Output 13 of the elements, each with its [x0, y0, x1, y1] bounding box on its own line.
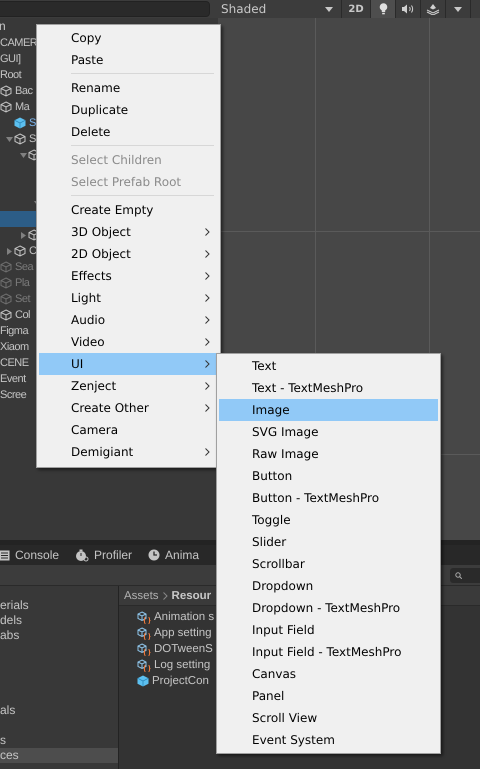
object-name: Scree: [0, 388, 26, 403]
object-name: Ma: [15, 100, 30, 115]
object-name: C: [29, 244, 36, 259]
object-name: S: [29, 116, 36, 131]
object-name: S: [29, 132, 36, 147]
object-name: Sea: [15, 260, 34, 275]
object-name: Figma: [0, 324, 28, 339]
object-name: Col: [15, 308, 30, 323]
object-name: Pla: [15, 276, 30, 291]
object-name: Set: [15, 292, 30, 307]
panel-title: n: [0, 19, 6, 33]
object-name: Bac: [15, 84, 32, 99]
object-name: Root: [0, 68, 22, 83]
